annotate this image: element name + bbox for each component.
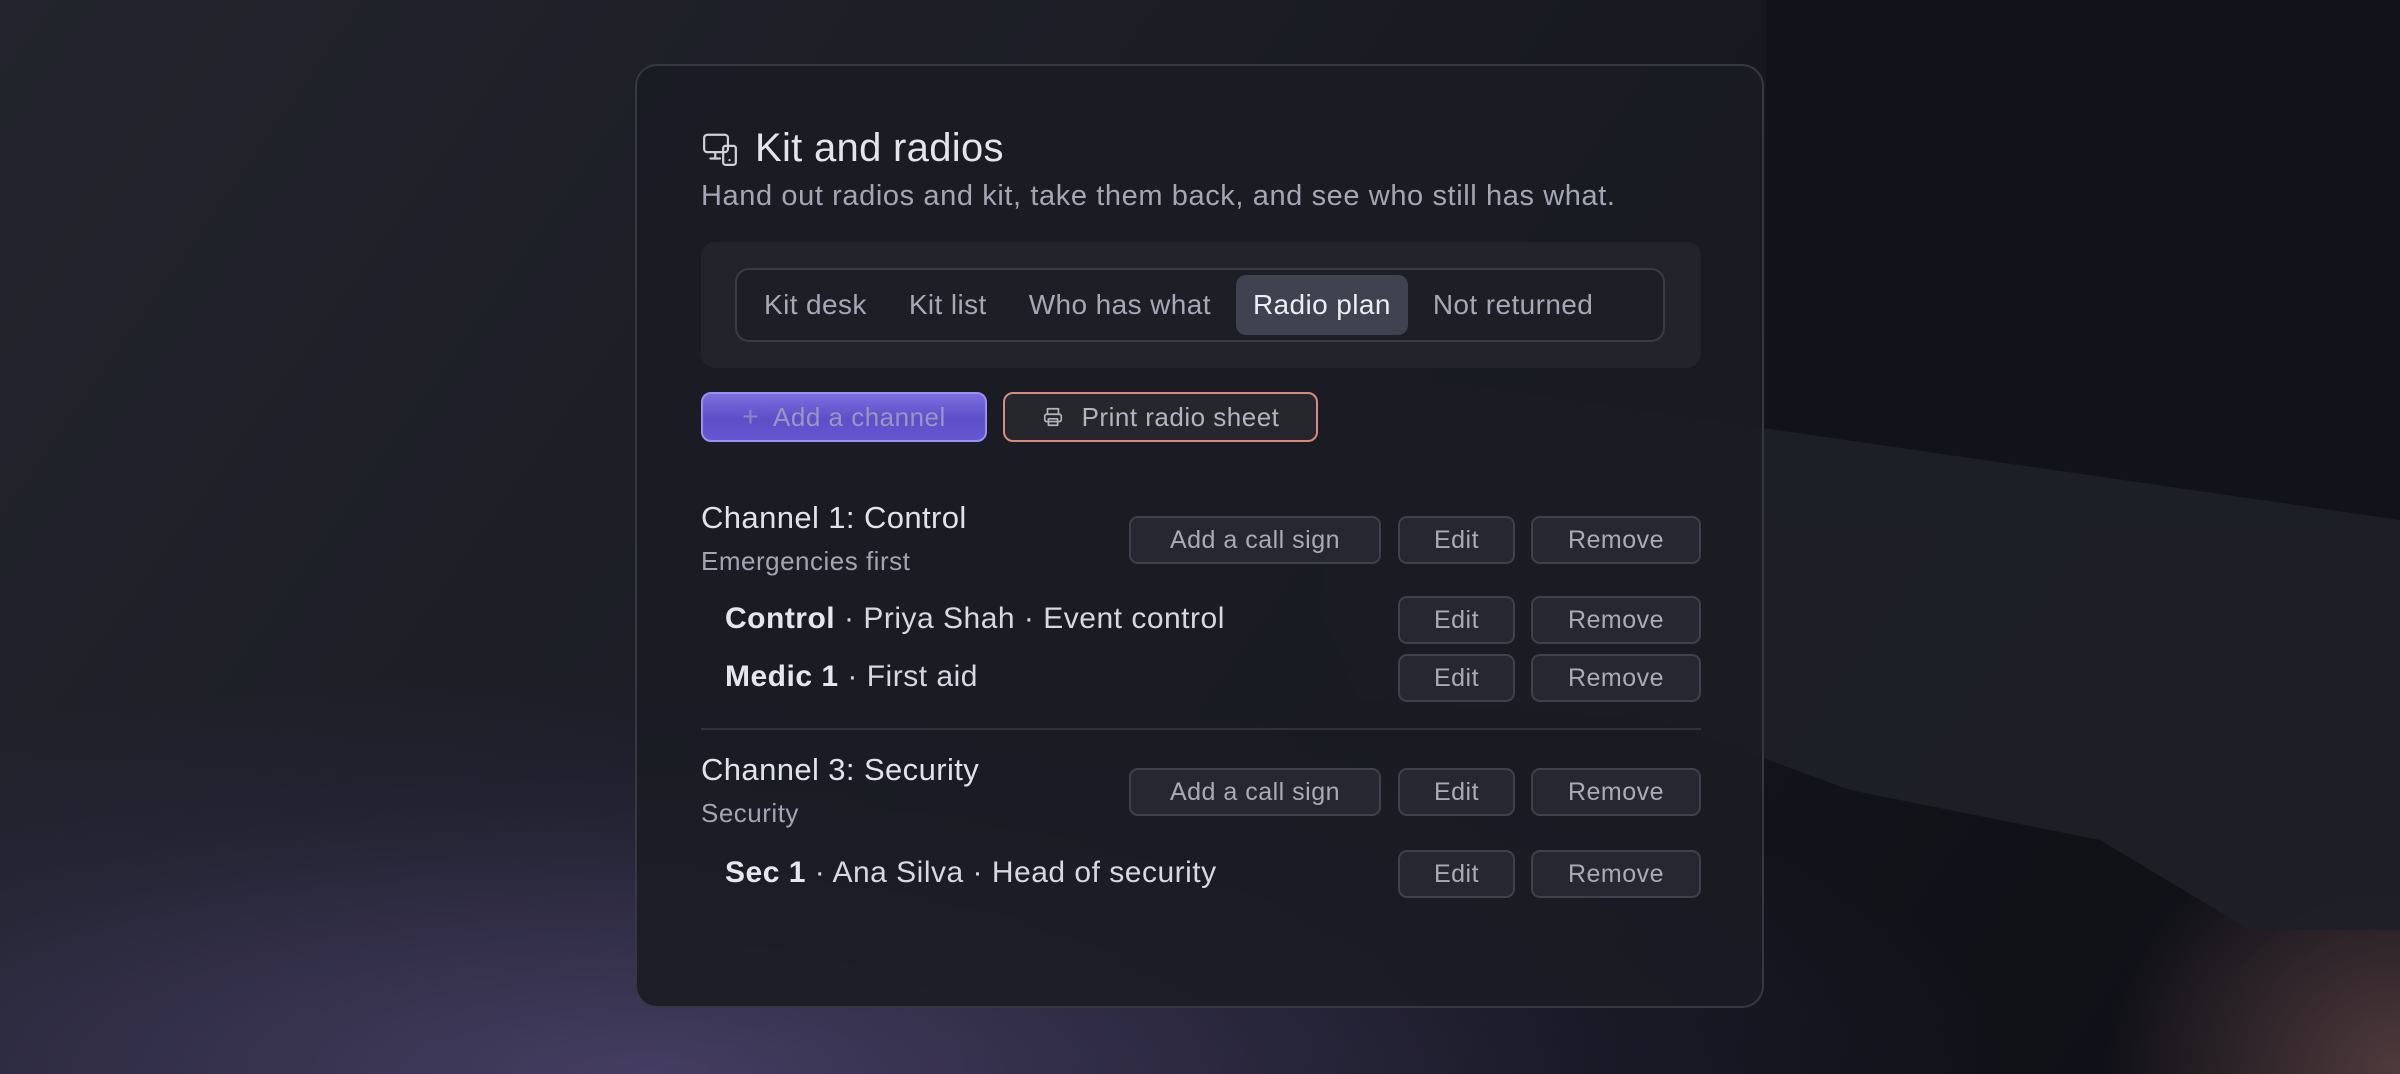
call-sign-row: Control · Priya Shah · Event control xyxy=(725,602,1225,636)
call-sign-role: Event control xyxy=(1043,602,1225,635)
call-sign-role: Head of security xyxy=(991,856,1217,889)
edit-call-sign-button[interactable]: Edit xyxy=(1398,850,1515,898)
separator: · xyxy=(847,660,858,693)
tab-who-has-what[interactable]: Who has what xyxy=(1012,275,1228,335)
tab-radio-plan[interactable]: Radio plan xyxy=(1235,275,1408,335)
channel-description: Emergencies first xyxy=(701,546,911,576)
remove-channel-button[interactable]: Remove xyxy=(1531,516,1701,564)
toolbar: + Add a channel Print radio sheet xyxy=(701,392,1318,442)
background-panel xyxy=(1766,0,2400,520)
channel-name: Channel 1: Control xyxy=(701,500,967,535)
channel-security: Channel 3: Security Security Add a call … xyxy=(701,752,1701,952)
call-sign: Sec 1 xyxy=(725,856,806,889)
call-sign-role: First aid xyxy=(866,660,978,693)
remove-call-sign-button[interactable]: Remove xyxy=(1531,654,1701,702)
tab-kit-desk[interactable]: Kit desk xyxy=(747,275,884,335)
plus-icon: + xyxy=(742,401,760,432)
separator: · xyxy=(814,856,826,889)
print-radio-sheet-button[interactable]: Print radio sheet xyxy=(1003,392,1318,442)
edit-call-sign-button[interactable]: Edit xyxy=(1398,596,1515,644)
tab-bar-container: Kit desk Kit list Who has what Radio pla… xyxy=(701,242,1701,368)
call-sign-person: Priya Shah xyxy=(863,602,1016,635)
remove-call-sign-button[interactable]: Remove xyxy=(1531,596,1701,644)
add-channel-button[interactable]: + Add a channel xyxy=(701,392,987,442)
edit-channel-button[interactable]: Edit xyxy=(1398,768,1515,816)
remove-call-sign-button[interactable]: Remove xyxy=(1531,850,1701,898)
separator: · xyxy=(843,602,855,635)
separator: · xyxy=(1023,602,1035,635)
channel-name: Channel 3: Security xyxy=(701,752,980,787)
call-sign-row: Sec 1 · Ana Silva · Head of security xyxy=(725,856,1217,890)
printer-icon xyxy=(1043,407,1062,427)
add-call-sign-button[interactable]: Add a call sign xyxy=(1129,516,1381,564)
edit-call-sign-button[interactable]: Edit xyxy=(1398,654,1515,702)
call-sign: Medic 1 xyxy=(725,660,839,693)
channel-control: Channel 1: Control Emergencies first Add… xyxy=(701,500,1701,730)
print-radio-sheet-label: Print radio sheet xyxy=(1081,401,1280,432)
page-subtitle: Hand out radios and kit, take them back,… xyxy=(701,180,1616,212)
channel-divider xyxy=(701,728,1701,730)
page-title: Kit and radios xyxy=(755,126,1004,170)
kit-radios-panel: Kit and radios Hand out radios and kit, … xyxy=(635,64,1764,1008)
panel-header: Kit and radios xyxy=(701,126,1004,171)
tab-kit-list[interactable]: Kit list xyxy=(892,275,1004,335)
channel-description: Security xyxy=(701,798,799,828)
tab-not-returned[interactable]: Not returned xyxy=(1416,275,1610,335)
call-sign: Control xyxy=(725,602,836,635)
add-call-sign-button[interactable]: Add a call sign xyxy=(1129,768,1381,816)
tab-bar: Kit desk Kit list Who has what Radio pla… xyxy=(735,268,1665,342)
call-sign-row: Medic 1 · First aid xyxy=(725,660,978,694)
add-channel-label: Add a channel xyxy=(773,401,946,432)
call-sign-person: Ana Silva xyxy=(832,856,964,889)
remove-channel-button[interactable]: Remove xyxy=(1531,768,1701,816)
edit-channel-button[interactable]: Edit xyxy=(1398,516,1515,564)
separator: · xyxy=(972,856,984,889)
devices-icon xyxy=(703,133,737,166)
